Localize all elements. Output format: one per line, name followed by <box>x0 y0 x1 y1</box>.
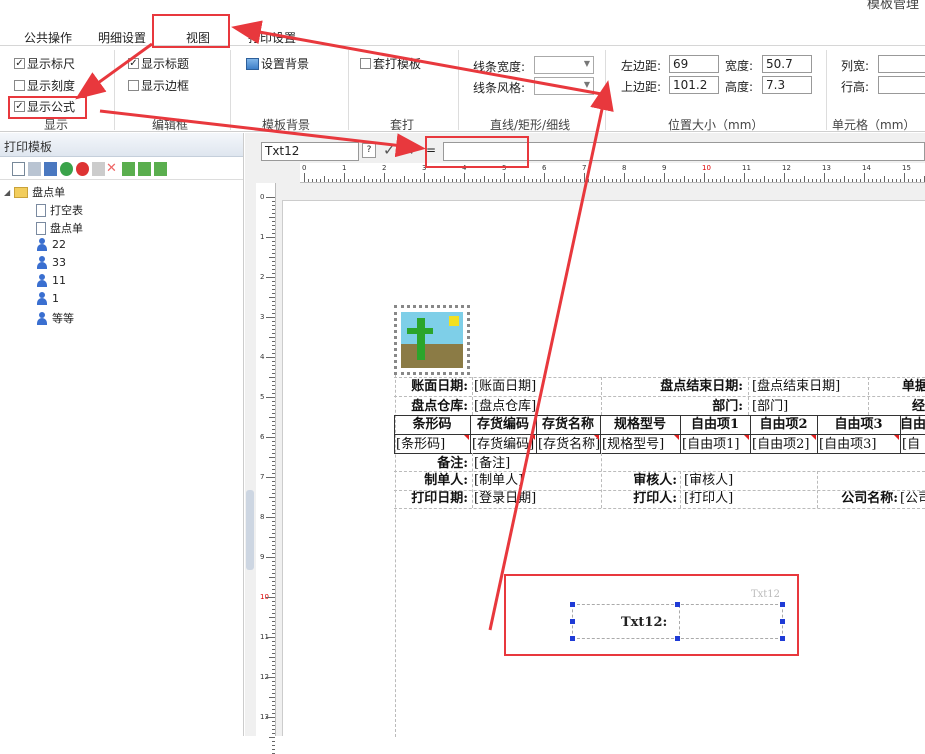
ruler-tick <box>272 749 275 750</box>
annotation-arrows <box>75 20 614 631</box>
arrow-tab-to-checkbox <box>75 42 153 100</box>
ruler-tick <box>269 737 275 738</box>
ruler-tick <box>272 745 275 746</box>
arrow-to-view-tab <box>231 20 608 97</box>
ruler-tick <box>272 741 275 742</box>
arrow-checkbox-to-input <box>99 109 426 158</box>
arrow-field-up <box>488 80 614 631</box>
